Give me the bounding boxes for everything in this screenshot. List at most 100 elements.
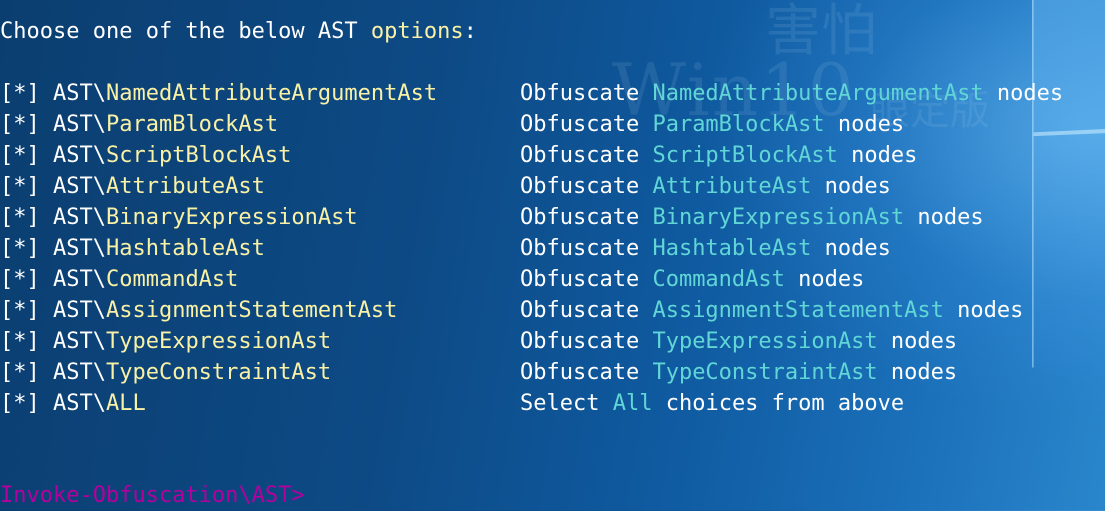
description-suffix: nodes	[983, 81, 1064, 106]
option-command: [*] AST\TypeConstraintAst	[0, 357, 331, 388]
option-name: HashtableAst	[105, 236, 265, 261]
description-suffix: nodes	[837, 143, 918, 168]
description-prefix: Obfuscate	[520, 143, 653, 168]
option-name: TypeConstraintAst	[105, 360, 332, 385]
description-name: AttributeAst	[652, 174, 812, 199]
description-suffix: nodes	[824, 112, 905, 137]
description-prefix: Obfuscate	[520, 174, 653, 199]
option-command: [*] AST\ALL	[0, 388, 146, 419]
option-description: Obfuscate AssignmentStatementAst nodes	[520, 295, 1023, 326]
ast-option-row: [*] AST\TypeConstraintAst Obfuscate TypeC…	[0, 357, 1105, 388]
description-suffix: nodes	[877, 329, 958, 354]
description-suffix: nodes	[811, 174, 891, 199]
description-name: BinaryExpressionAst	[652, 205, 905, 230]
option-name: CommandAst	[105, 267, 239, 292]
description-name: HashtableAst	[652, 236, 812, 261]
option-prefix: AST\	[52, 174, 106, 199]
command-prompt[interactable]: Invoke-Obfuscation\AST>	[0, 480, 305, 511]
description-prefix: Obfuscate	[520, 205, 653, 230]
description-name: ParamBlockAst	[652, 112, 825, 137]
description-suffix: nodes	[877, 360, 958, 385]
option-name: NamedAttributeArgumentAst	[105, 81, 438, 106]
option-description: Obfuscate TypeConstraintAst nodes	[520, 357, 957, 388]
description-suffix: nodes	[811, 236, 891, 261]
option-prefix: AST\	[52, 391, 106, 416]
option-prefix: AST\	[52, 112, 106, 137]
option-prefix: AST\	[52, 298, 106, 323]
option-bullet: [*]	[0, 391, 53, 416]
option-bullet: [*]	[0, 112, 53, 137]
option-bullet: [*]	[0, 298, 53, 323]
option-description: Obfuscate ScriptBlockAst nodes	[520, 140, 917, 171]
option-command: [*] AST\TypeExpressionAst	[0, 326, 331, 357]
option-description: Obfuscate NamedAttributeArgumentAst node…	[520, 78, 1063, 109]
option-command: [*] AST\BinaryExpressionAst	[0, 202, 358, 233]
option-name: ParamBlockAst	[105, 112, 279, 137]
option-name: TypeExpressionAst	[105, 329, 332, 354]
option-description: Obfuscate ParamBlockAst nodes	[520, 109, 904, 140]
option-command: [*] AST\CommandAst	[0, 264, 238, 295]
ast-option-row: [*] AST\HashtableAst Obfuscate HashtableA…	[0, 233, 1105, 264]
option-bullet: [*]	[0, 360, 53, 385]
description-suffix: choices from above	[652, 391, 905, 416]
description-suffix: nodes	[784, 267, 865, 292]
option-command: [*] AST\NamedAttributeArgumentAst	[0, 78, 437, 109]
option-command: [*] AST\ParamBlockAst	[0, 109, 278, 140]
description-suffix: nodes	[904, 205, 984, 230]
option-prefix: AST\	[52, 205, 106, 230]
option-bullet: [*]	[0, 205, 53, 230]
option-bullet: [*]	[0, 267, 53, 292]
ast-option-row: [*] AST\TypeExpressionAst Obfuscate TypeE…	[0, 326, 1105, 357]
option-command: [*] AST\AttributeAst	[0, 171, 265, 202]
option-description: Select All choices from above	[520, 388, 904, 419]
option-command: [*] AST\ScriptBlockAst	[0, 140, 291, 171]
description-prefix: Obfuscate	[520, 329, 653, 354]
option-name: ScriptBlockAst	[105, 143, 292, 168]
option-description: Obfuscate AttributeAst nodes	[520, 171, 891, 202]
option-command: [*] AST\HashtableAst	[0, 233, 265, 264]
description-prefix: Obfuscate	[520, 298, 653, 323]
description-name: TypeExpressionAst	[652, 329, 878, 354]
description-prefix: Select	[520, 391, 613, 416]
option-prefix: AST\	[52, 329, 106, 354]
ast-option-row: [*] AST\ScriptBlockAst Obfuscate ScriptBl…	[0, 140, 1105, 171]
menu-header: Choose one of the below AST options:	[0, 16, 477, 47]
option-description: Obfuscate TypeExpressionAst nodes	[520, 326, 957, 357]
ast-option-row: [*] AST\ParamBlockAst Obfuscate ParamBloc…	[0, 109, 1105, 140]
option-description: Obfuscate HashtableAst nodes	[520, 233, 891, 264]
menu-header-colon: :	[463, 19, 477, 44]
option-name: BinaryExpressionAst	[105, 205, 358, 230]
description-name: AssignmentStatementAst	[652, 298, 944, 323]
description-prefix: Obfuscate	[520, 236, 653, 261]
description-name: CommandAst	[652, 267, 785, 292]
option-bullet: [*]	[0, 174, 53, 199]
ast-option-row: [*] AST\BinaryExpressionAst Obfuscate Bin…	[0, 202, 1105, 233]
ast-option-row: [*] AST\AssignmentStatementAst Obfuscate …	[0, 295, 1105, 326]
description-name: TypeConstraintAst	[652, 360, 878, 385]
option-command: [*] AST\AssignmentStatementAst	[0, 295, 397, 326]
option-prefix: AST\	[52, 81, 106, 106]
option-bullet: [*]	[0, 236, 53, 261]
description-prefix: Obfuscate	[520, 112, 653, 137]
option-description: Obfuscate BinaryExpressionAst nodes	[520, 202, 984, 233]
description-prefix: Obfuscate	[520, 81, 653, 106]
option-bullet: [*]	[0, 329, 53, 354]
option-prefix: AST\	[52, 267, 106, 292]
ast-option-row: [*] AST\NamedAttributeArgumentAst Obfusca…	[0, 78, 1105, 109]
description-prefix: Obfuscate	[520, 267, 653, 292]
menu-header-options: options	[370, 19, 464, 44]
option-prefix: AST\	[52, 236, 106, 261]
description-suffix: nodes	[943, 298, 1024, 323]
option-name: AttributeAst	[105, 174, 265, 199]
ast-option-row: [*] AST\CommandAst Obfuscate CommandAst n…	[0, 264, 1105, 295]
description-name: NamedAttributeArgumentAst	[652, 81, 984, 106]
option-prefix: AST\	[52, 360, 106, 385]
option-bullet: [*]	[0, 143, 53, 168]
description-name: ScriptBlockAst	[652, 143, 838, 168]
ast-option-row: [*] AST\ALL Select All choices from above	[0, 388, 1105, 419]
description-name: All	[612, 391, 653, 416]
option-name: ALL	[105, 391, 146, 416]
option-name: AssignmentStatementAst	[105, 298, 398, 323]
description-prefix: Obfuscate	[520, 360, 653, 385]
ast-option-row: [*] AST\AttributeAst Obfuscate AttributeA…	[0, 171, 1105, 202]
